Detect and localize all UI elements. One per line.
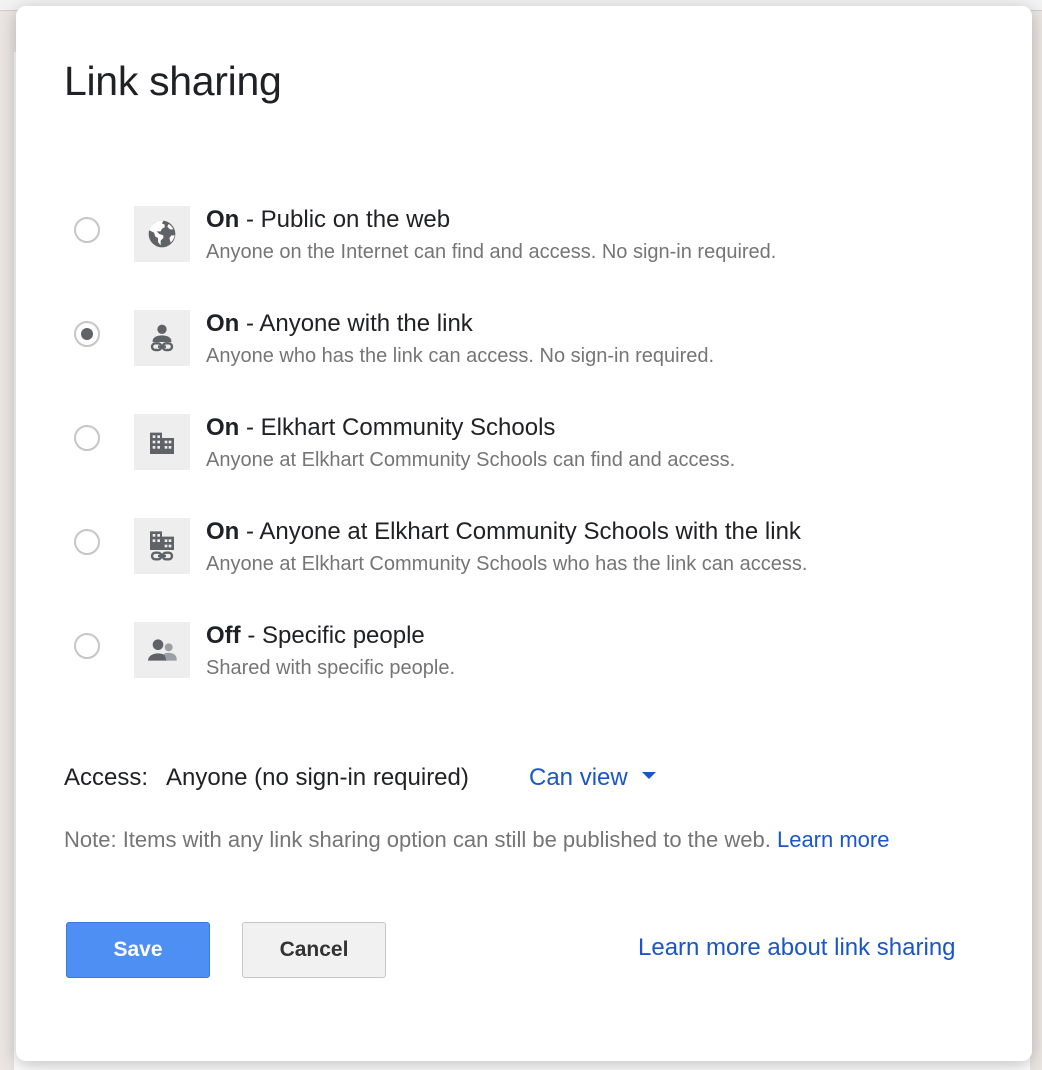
option-title: - Anyone with the link (239, 310, 473, 337)
option-description: Anyone who has the link can access. No s… (206, 345, 715, 367)
option-specific-people[interactable]: Off - Specific people Shared with specif… (16, 622, 1032, 702)
option-organization[interactable]: On - Elkhart Community Schools Anyone at… (16, 414, 1032, 494)
option-title: - Specific people (240, 622, 425, 649)
option-title: - Anyone at Elkhart Community Schools wi… (239, 518, 801, 545)
person-link-icon (134, 310, 190, 366)
save-button[interactable]: Save (66, 922, 210, 978)
option-title: - Public on the web (239, 206, 451, 233)
radio-specific-people[interactable] (74, 633, 100, 659)
link-sharing-dialog: Link sharing On - Public on the web Anyo… (16, 6, 1032, 1061)
option-description: Anyone on the Internet can find and acce… (206, 241, 777, 263)
caret-down-icon (641, 772, 656, 780)
radio-anyone-with-link[interactable] (74, 321, 100, 347)
option-state: On (206, 518, 240, 545)
option-description: Shared with specific people. (206, 657, 456, 679)
option-anyone-with-link[interactable]: On - Anyone with the link Anyone who has… (16, 310, 1032, 390)
option-state: Off (206, 622, 241, 649)
option-description: Anyone at Elkhart Community Schools who … (206, 553, 808, 575)
option-text: Off - Specific people Shared with specif… (206, 622, 455, 680)
option-description: Anyone at Elkhart Community Schools can … (206, 449, 736, 471)
option-state: On (206, 206, 240, 233)
building-icon (134, 414, 190, 470)
option-text: On - Anyone with the link Anyone who has… (206, 310, 714, 368)
cancel-button[interactable]: Cancel (242, 922, 386, 978)
option-title: - Elkhart Community Schools (239, 414, 556, 441)
learn-more-about-link-sharing-link[interactable]: Learn more about link sharing (638, 934, 956, 962)
people-icon (134, 622, 190, 678)
radio-organization[interactable] (74, 425, 100, 451)
learn-more-link[interactable]: Learn more (777, 827, 890, 852)
dialog-title: Link sharing (64, 58, 282, 104)
permission-dropdown[interactable]: Can view (529, 764, 656, 792)
note-text: Note: Items with any link sharing option… (64, 827, 771, 852)
radio-organization-with-link[interactable] (74, 529, 100, 555)
building-link-icon (134, 518, 190, 574)
option-public-on-web[interactable]: On - Public on the web Anyone on the Int… (16, 206, 1032, 286)
radio-public-on-web[interactable] (74, 217, 100, 243)
access-value: Anyone (no sign-in required) (166, 764, 469, 791)
access-label: Access: (64, 764, 149, 791)
access-row: Access: Anyone (no sign-in required) (64, 764, 469, 792)
permission-dropdown-label: Can view (529, 764, 628, 791)
option-state: On (206, 310, 240, 337)
option-text: On - Elkhart Community Schools Anyone at… (206, 414, 735, 472)
publish-note: Note: Items with any link sharing option… (64, 827, 889, 853)
option-organization-with-link[interactable]: On - Anyone at Elkhart Community Schools… (16, 518, 1032, 598)
option-text: On - Anyone at Elkhart Community Schools… (206, 518, 807, 576)
globe-icon (134, 206, 190, 262)
option-state: On (206, 414, 240, 441)
option-text: On - Public on the web Anyone on the Int… (206, 206, 776, 264)
